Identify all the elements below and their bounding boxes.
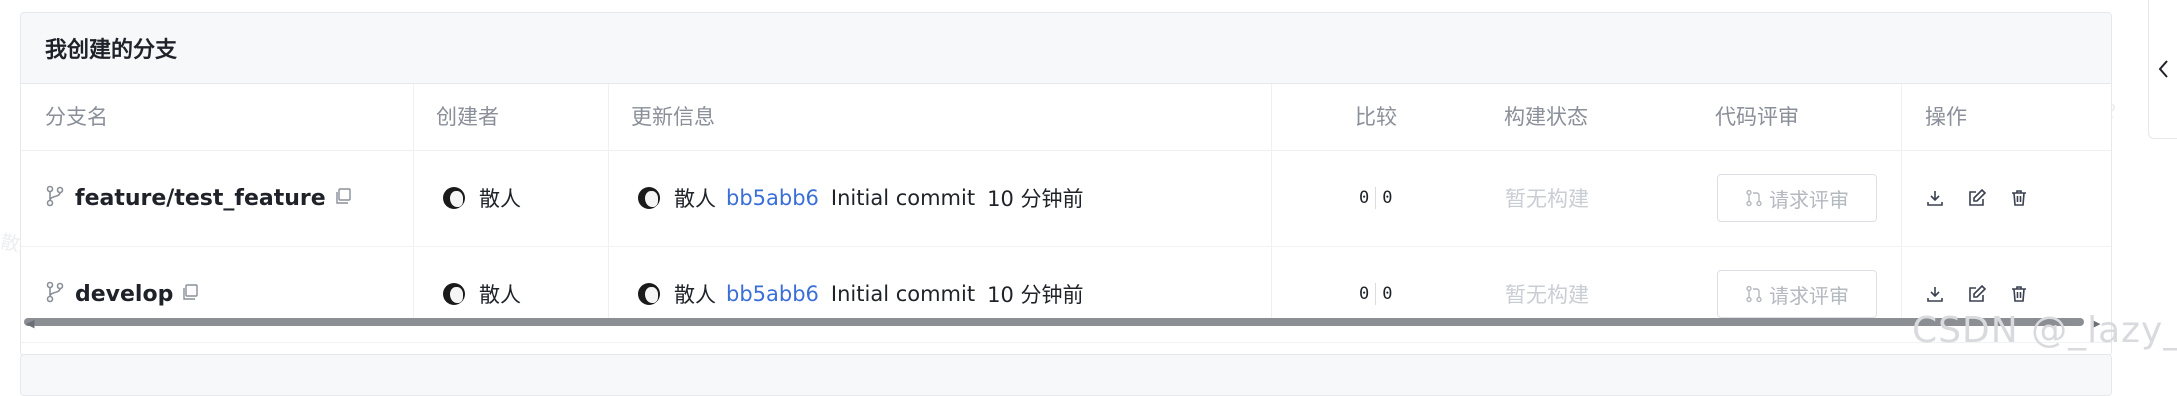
csdn-watermark: CSDN @_lazy_ — [1912, 310, 2177, 351]
scroll-left-arrow-icon[interactable]: ◀ — [26, 317, 34, 330]
avatar — [638, 187, 660, 209]
request-review-label: 请求评审 — [1769, 283, 1849, 308]
creator-name: 散人 — [479, 283, 521, 307]
column-header-creator: 创建者 — [436, 105, 499, 129]
git-branch-icon — [45, 281, 65, 307]
edit-icon[interactable] — [1967, 284, 1987, 304]
copy-icon[interactable] — [181, 283, 199, 305]
column-header-update: 更新信息 — [631, 105, 715, 129]
compare-divider — [1375, 283, 1377, 305]
pull-request-icon — [1746, 189, 1762, 207]
ahead-count: 0 — [1359, 188, 1370, 208]
download-icon[interactable] — [1925, 284, 1945, 304]
behind-count: 0 — [1382, 284, 1393, 304]
build-status: 暂无构建 — [1505, 187, 1589, 211]
build-status: 暂无构建 — [1505, 283, 1589, 307]
my-branches-card: 我创建的分支 分支名 创建者 更新信息 比较 构建状态 代码评审 操作 feat… — [20, 12, 2112, 356]
commit-sha-link[interactable]: bb5abb6 — [726, 186, 819, 210]
behind-count: 0 — [1382, 188, 1393, 208]
download-icon[interactable] — [1925, 188, 1945, 208]
commit-author: 散人 — [674, 187, 716, 211]
table-row: feature/test_feature 散人 散人 bb5abb6 Initi… — [21, 150, 2111, 247]
branch-name-link[interactable]: feature/test_feature — [75, 186, 326, 211]
edit-icon[interactable] — [1967, 188, 1987, 208]
request-review-label: 请求评审 — [1769, 187, 1849, 212]
avatar — [443, 187, 465, 209]
creator-name: 散人 — [479, 187, 521, 211]
table-header: 分支名 创建者 更新信息 比较 构建状态 代码评审 操作 — [21, 84, 2111, 151]
copy-icon[interactable] — [334, 187, 352, 209]
branch-name-link[interactable]: develop — [75, 282, 173, 307]
commit-time: 10 分钟前 — [987, 283, 1084, 307]
pull-request-icon — [1746, 285, 1762, 303]
commit-message: Initial commit — [830, 186, 976, 210]
commit-sha-link[interactable]: bb5abb6 — [726, 282, 819, 306]
compare-counts: 0 0 — [1359, 283, 1393, 305]
avatar — [443, 283, 465, 305]
column-header-build: 构建状态 — [1504, 105, 1588, 129]
request-review-button[interactable]: 请求评审 — [1717, 270, 1877, 318]
next-section-card — [20, 354, 2112, 396]
column-header-review: 代码评审 — [1715, 105, 1799, 129]
commit-time: 10 分钟前 — [987, 187, 1084, 211]
ahead-count: 0 — [1359, 284, 1370, 304]
scrollbar-thumb[interactable] — [24, 318, 2084, 326]
collapse-panel-button[interactable] — [2148, 0, 2177, 139]
compare-divider — [1375, 187, 1377, 209]
request-review-button[interactable]: 请求评审 — [1717, 174, 1877, 222]
trash-icon[interactable] — [2009, 284, 2029, 304]
chevron-left-icon — [2158, 60, 2168, 78]
column-header-compare: 比较 — [1355, 105, 1397, 129]
column-header-actions: 操作 — [1925, 105, 1967, 129]
trash-icon[interactable] — [2009, 188, 2029, 208]
commit-author: 散人 — [674, 283, 716, 307]
column-header-branch: 分支名 — [45, 105, 108, 129]
commit-message: Initial commit — [830, 282, 976, 306]
section-title: 我创建的分支 — [21, 13, 2111, 84]
avatar — [638, 283, 660, 305]
git-branch-icon — [45, 185, 65, 211]
section-title-text: 我创建的分支 — [45, 38, 178, 63]
compare-counts: 0 0 — [1359, 187, 1393, 209]
